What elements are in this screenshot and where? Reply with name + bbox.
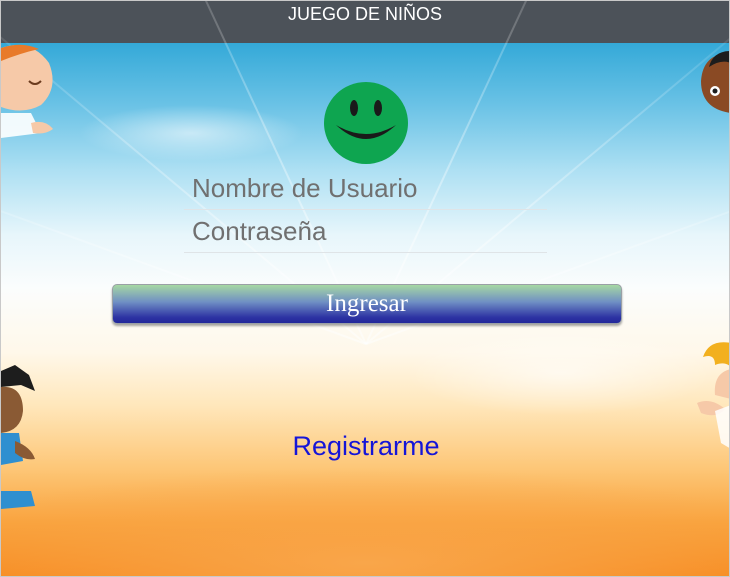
password-input[interactable]: [184, 210, 547, 253]
kid-illustration-top-left: [1, 44, 53, 138]
page-header: JUEGO DE NIÑOS: [1, 1, 729, 43]
smiley-face-icon: [324, 82, 408, 164]
kid-illustration-top-right: [701, 51, 729, 113]
page-title: JUEGO DE NIÑOS: [287, 4, 443, 24]
app-window: JUEGO DE NIÑOS Nombre de Usuario Ingresa…: [0, 0, 730, 577]
register-link[interactable]: Registrarme: [1, 431, 729, 462]
login-button-label: Ingresar: [326, 290, 408, 317]
login-button[interactable]: Ingresar: [112, 284, 622, 324]
username-input[interactable]: [184, 167, 547, 210]
